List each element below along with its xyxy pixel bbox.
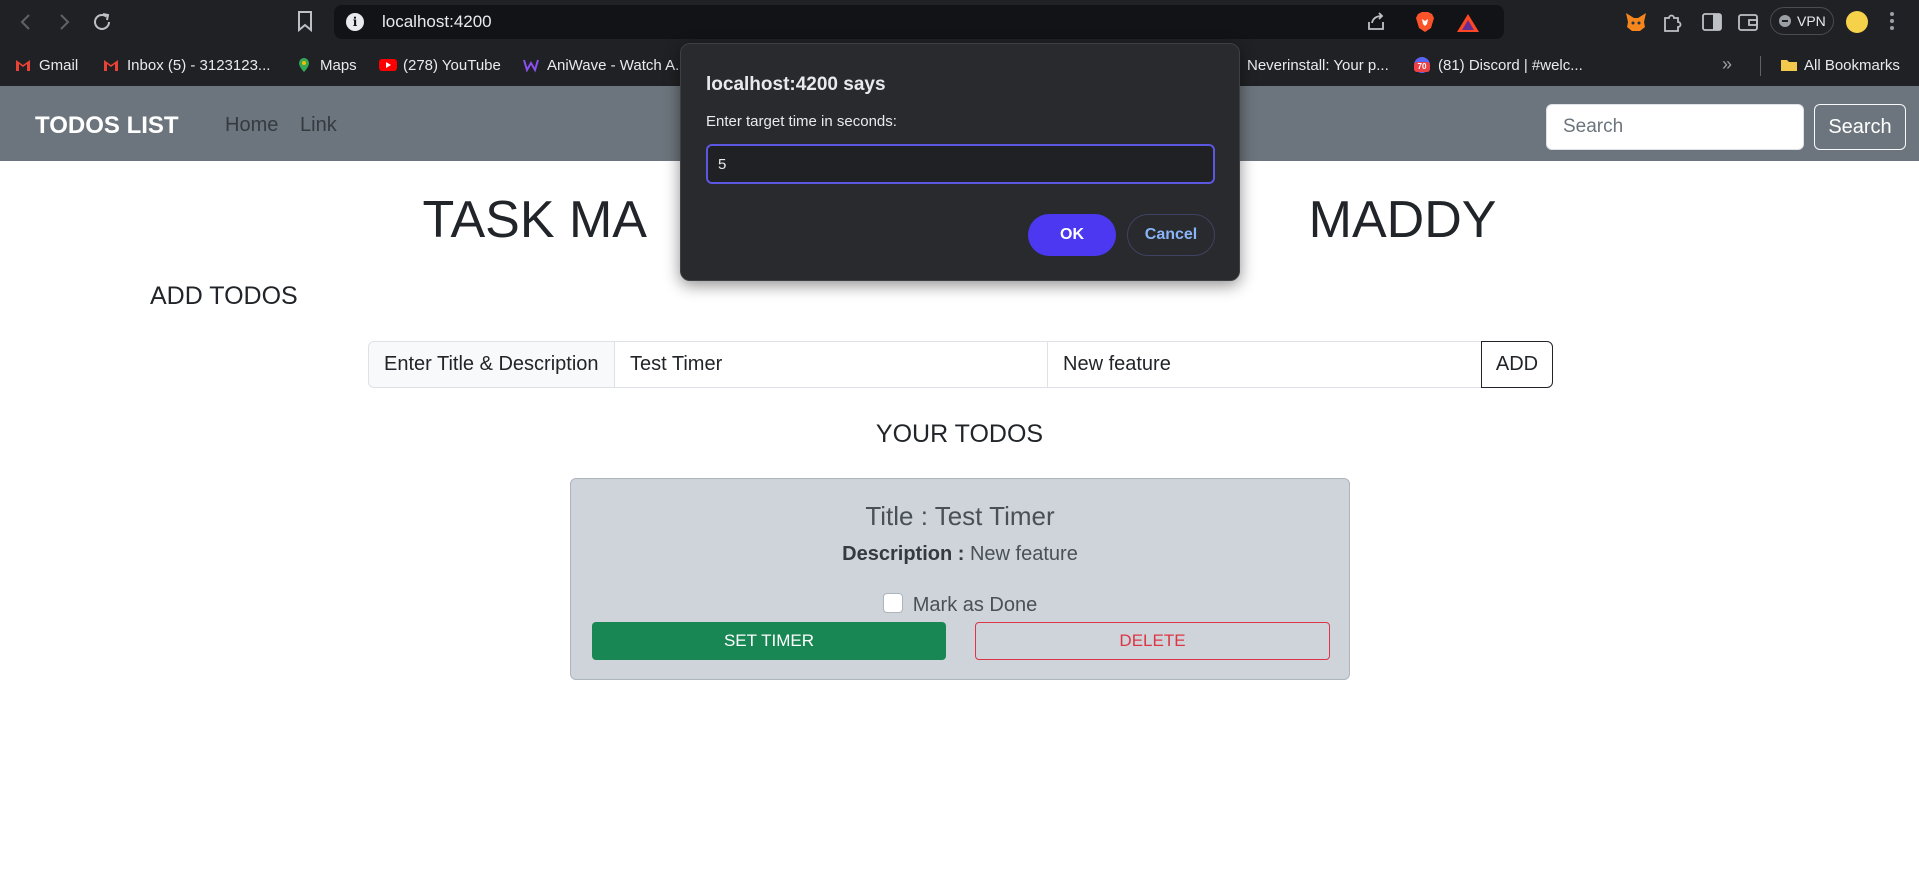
cancel-button[interactable]: Cancel — [1127, 214, 1215, 256]
bookmark-discord[interactable]: 70 (81) Discord | #welc... — [1414, 56, 1583, 76]
youtube-icon — [379, 57, 397, 73]
dialog-input[interactable] — [706, 144, 1215, 184]
input-group-label: Enter Title & Description — [368, 341, 615, 388]
mark-done-row: Mark as Done — [571, 593, 1349, 617]
set-timer-button[interactable]: SET TIMER — [592, 622, 946, 660]
metamask-icon[interactable] — [1624, 10, 1648, 34]
sidebar-icon[interactable] — [1700, 10, 1724, 34]
browser-toolbar: i localhost:4200 VPN — [0, 0, 1919, 44]
nav-link-home[interactable]: Home — [225, 114, 278, 137]
search-input[interactable] — [1546, 104, 1804, 150]
vpn-label: VPN — [1797, 13, 1826, 29]
bookmark-maps[interactable]: Maps — [296, 56, 357, 76]
reload-icon[interactable] — [90, 10, 114, 34]
description-label: Description : — [842, 543, 965, 565]
share-icon[interactable] — [1366, 12, 1386, 32]
prompt-dialog: localhost:4200 says Enter target time in… — [680, 43, 1240, 281]
todo-description: Description : New feature — [571, 543, 1349, 566]
aniwave-icon — [523, 57, 539, 73]
all-bookmarks[interactable]: All Bookmarks — [1780, 56, 1900, 76]
title-input[interactable] — [614, 341, 1048, 388]
profile-avatar[interactable] — [1846, 11, 1868, 33]
dialog-message: Enter target time in seconds: — [706, 113, 897, 130]
vpn-status-icon — [1779, 15, 1791, 27]
vpn-button[interactable]: VPN — [1770, 7, 1834, 35]
delete-button[interactable]: DELETE — [975, 622, 1330, 660]
bookmark-aniwave[interactable]: AniWave - Watch A... — [523, 56, 688, 76]
ok-button[interactable]: OK — [1028, 214, 1116, 256]
wallet-icon[interactable] — [1736, 10, 1760, 34]
bookmark-youtube[interactable]: (278) YouTube — [379, 56, 501, 76]
discord-icon: 70 — [1414, 57, 1430, 73]
address-bar[interactable]: i localhost:4200 — [334, 5, 1504, 39]
url-text[interactable]: localhost:4200 — [382, 12, 492, 32]
brave-rewards-icon[interactable] — [1456, 13, 1480, 33]
extensions-icon[interactable] — [1660, 10, 1684, 34]
menu-icon[interactable] — [1890, 12, 1896, 33]
gmail-icon — [15, 57, 31, 73]
add-button[interactable]: ADD — [1481, 341, 1553, 388]
maps-icon — [296, 57, 312, 73]
description-input[interactable] — [1047, 341, 1482, 388]
gmail-icon — [103, 57, 119, 73]
brave-shields-icon[interactable] — [1414, 11, 1436, 33]
forward-icon[interactable] — [52, 10, 76, 34]
nav-link-link[interactable]: Link — [300, 114, 337, 137]
todo-title: Title : Test Timer — [865, 501, 1055, 531]
dialog-title: localhost:4200 says — [706, 74, 886, 95]
add-todo-form: Enter Title & Description ADD — [368, 341, 1553, 388]
search-button[interactable]: Search — [1814, 104, 1906, 150]
bookmark-neverinstall[interactable]: Neverinstall: Your p... — [1247, 56, 1389, 76]
mark-done-checkbox[interactable] — [882, 593, 903, 613]
site-info-icon[interactable]: i — [346, 13, 364, 31]
bookmarks-divider — [1760, 56, 1761, 76]
add-todos-heading: ADD TODOS — [150, 282, 298, 310]
bookmark-gmail[interactable]: Gmail — [15, 56, 78, 76]
your-todos-heading: YOUR TODOS — [875, 420, 1044, 448]
navbar-brand[interactable]: TODOS LIST — [35, 112, 179, 140]
bookmark-icon[interactable] — [296, 10, 314, 33]
mark-done-label[interactable]: Mark as Done — [913, 594, 1038, 616]
bookmark-inbox[interactable]: Inbox (5) - 3123123... — [103, 56, 270, 76]
todo-card: Title : Test Timer Description : New fea… — [570, 478, 1350, 680]
description-value: New feature — [969, 543, 1078, 565]
more-bookmarks-icon[interactable]: » — [1722, 54, 1732, 75]
back-icon[interactable] — [14, 10, 38, 34]
folder-icon — [1780, 57, 1797, 73]
